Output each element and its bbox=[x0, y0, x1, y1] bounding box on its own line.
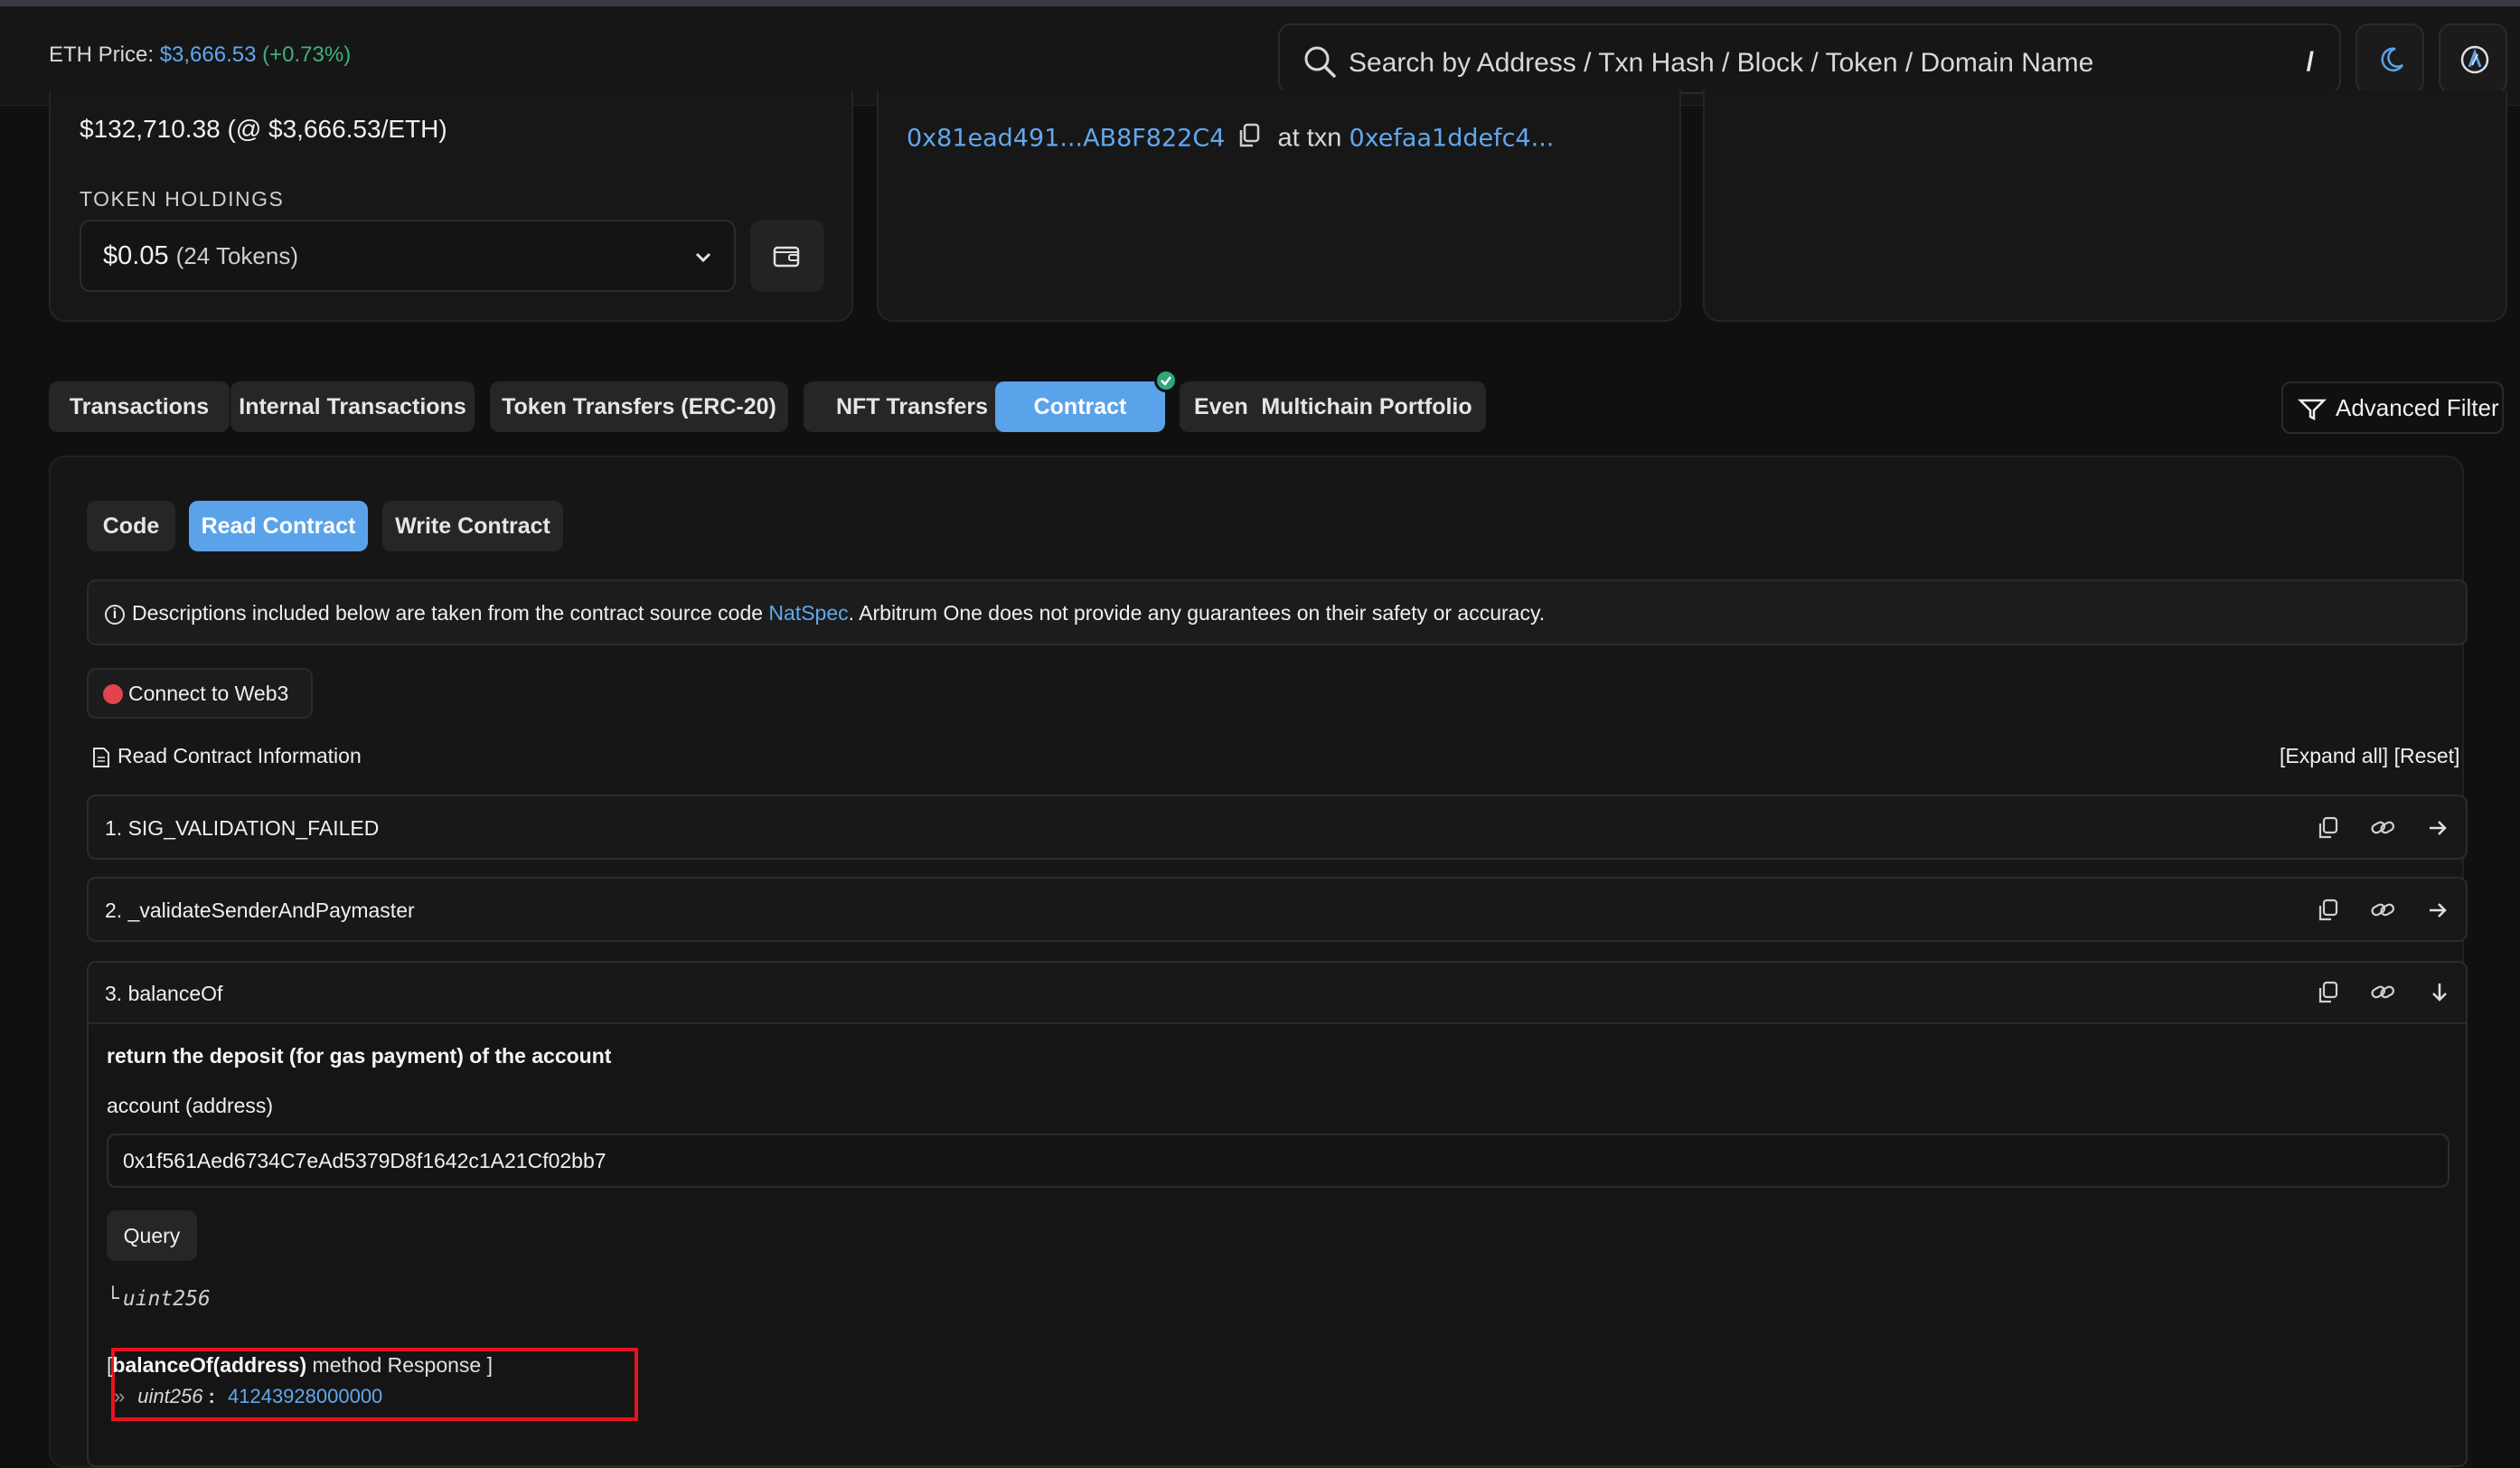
tab-internal-transactions[interactable]: Internal Transactions bbox=[230, 381, 475, 432]
network-switch-button[interactable] bbox=[2439, 24, 2507, 94]
response-value: 41243928000000 bbox=[228, 1385, 383, 1407]
search-placeholder: Search by Address / Txn Hash / Block / T… bbox=[1349, 48, 2094, 78]
arrow-right-icon[interactable] bbox=[2426, 816, 2449, 844]
natspec-link[interactable]: NatSpec bbox=[768, 601, 848, 625]
method-response-value: » uint256 : 41243928000000 bbox=[114, 1385, 383, 1407]
natspec-notice: i Descriptions included below are taken f… bbox=[87, 579, 2468, 645]
arrow-right-icon[interactable] bbox=[2426, 899, 2449, 927]
dark-mode-toggle-button[interactable] bbox=[2355, 24, 2424, 94]
function-row[interactable]: 1. SIG_VALIDATION_FAILED bbox=[87, 795, 2468, 860]
top-border bbox=[0, 0, 2520, 6]
moon-icon bbox=[2381, 47, 2404, 71]
arrow-down-icon[interactable] bbox=[2428, 981, 2451, 1009]
function-name: 3. balanceOf bbox=[105, 982, 223, 1005]
function-name: 2. _validateSenderAndPaymaster bbox=[105, 899, 415, 922]
filter-icon bbox=[2298, 399, 2327, 421]
verified-check-icon bbox=[1154, 369, 1178, 392]
advanced-filter-button[interactable]: Advanced Filter bbox=[2281, 381, 2504, 434]
expand-reset-links[interactable]: [Expand all] [Reset] bbox=[2280, 744, 2459, 768]
eth-price-label: ETH Price: bbox=[49, 42, 160, 67]
copy-icon[interactable] bbox=[2318, 981, 2339, 1009]
link-icon[interactable] bbox=[2370, 899, 2395, 927]
link-icon[interactable] bbox=[2370, 981, 2395, 1009]
creator-address-link[interactable]: 0x81ead491...AB8F822C4 bbox=[907, 125, 1225, 153]
connect-web3-button[interactable]: Connect to Web3 bbox=[87, 668, 313, 719]
contract-creator: 0x81ead491...AB8F822C4 at txn 0xefaa1dde… bbox=[907, 123, 1554, 155]
copy-icon[interactable] bbox=[2318, 899, 2339, 927]
link-icon[interactable] bbox=[2370, 816, 2395, 844]
notice-text-after: . Arbitrum One does not provide any guar… bbox=[848, 601, 1546, 625]
advanced-filter-label: Advanced Filter bbox=[2336, 394, 2499, 421]
token-holdings-label: TOKEN HOLDINGS bbox=[80, 187, 285, 211]
subtab-read-contract[interactable]: Read Contract bbox=[189, 501, 368, 551]
connect-web3-label: Connect to Web3 bbox=[128, 682, 289, 705]
method-response-header: [balanceOf(address) method Response ] bbox=[107, 1353, 493, 1377]
token-holdings-dropdown[interactable]: $0.05 (24 Tokens) bbox=[80, 220, 736, 292]
creator-txn-link[interactable]: 0xefaa1ddefc4... bbox=[1349, 125, 1554, 153]
wallet-icon bbox=[773, 246, 800, 268]
eth-price-value[interactable]: $3,666.53 bbox=[160, 42, 257, 67]
info-icon: i bbox=[105, 604, 125, 625]
eth-value: $132,710.38 (@ $3,666.53/ETH) bbox=[80, 115, 447, 143]
tab-token-transfers[interactable]: Token Transfers (ERC-20) bbox=[490, 381, 788, 432]
search-icon bbox=[1304, 46, 1336, 78]
chevron-down-icon bbox=[695, 252, 711, 263]
copy-icon[interactable] bbox=[2318, 816, 2339, 844]
tab-transactions[interactable]: Transactions bbox=[49, 381, 230, 432]
function-row[interactable]: 2. _validateSenderAndPaymaster bbox=[87, 877, 2468, 942]
subtab-code[interactable]: Code bbox=[87, 501, 175, 551]
search-shortcut: / bbox=[2306, 47, 2314, 77]
token-holdings-wallet-button[interactable] bbox=[750, 220, 824, 292]
document-icon bbox=[93, 747, 109, 767]
arbitrum-icon bbox=[2460, 45, 2489, 74]
eth-price-change: (+0.73%) bbox=[262, 42, 352, 67]
function-name: 1. SIG_VALIDATION_FAILED bbox=[105, 816, 380, 840]
token-holdings-value: $0.05 (24 Tokens) bbox=[103, 241, 299, 270]
query-button[interactable]: Query bbox=[107, 1210, 197, 1261]
notice-text-before: Descriptions included below are taken fr… bbox=[132, 601, 769, 625]
multichain-card bbox=[1703, 90, 2507, 322]
tab-contract-label: Contract bbox=[1033, 394, 1127, 419]
double-chevron-right-icon: » bbox=[114, 1385, 126, 1407]
function-description: return the deposit (for gas payment) of … bbox=[107, 1044, 612, 1068]
subtab-write-contract[interactable]: Write Contract bbox=[382, 501, 563, 551]
tab-nft-transfers[interactable]: NFT Transfers bbox=[804, 381, 1020, 432]
function-header[interactable]: 3. balanceOf bbox=[89, 963, 2466, 1024]
search-input[interactable]: Search by Address / Txn Hash / Block / T… bbox=[1278, 24, 2341, 94]
tab-contract[interactable]: Contract bbox=[995, 369, 1178, 432]
output-type: └ uint256 bbox=[107, 1287, 211, 1311]
copy-icon[interactable] bbox=[1237, 123, 1261, 155]
creator-at-txn-label: at txn bbox=[1277, 123, 1342, 153]
eth-price: ETH Price: $3,666.53 (+0.73%) bbox=[49, 42, 351, 68]
account-address-input[interactable]: 0x1f561Aed6734C7eAd5379D8f1642c1A21Cf02b… bbox=[107, 1134, 2449, 1188]
argument-label: account (address) bbox=[107, 1094, 274, 1117]
tab-multichain-portfolio[interactable]: Multichain Portfolio bbox=[1247, 381, 1486, 432]
disconnected-dot-icon bbox=[103, 684, 123, 704]
read-contract-info: Read Contract Information bbox=[92, 744, 362, 768]
